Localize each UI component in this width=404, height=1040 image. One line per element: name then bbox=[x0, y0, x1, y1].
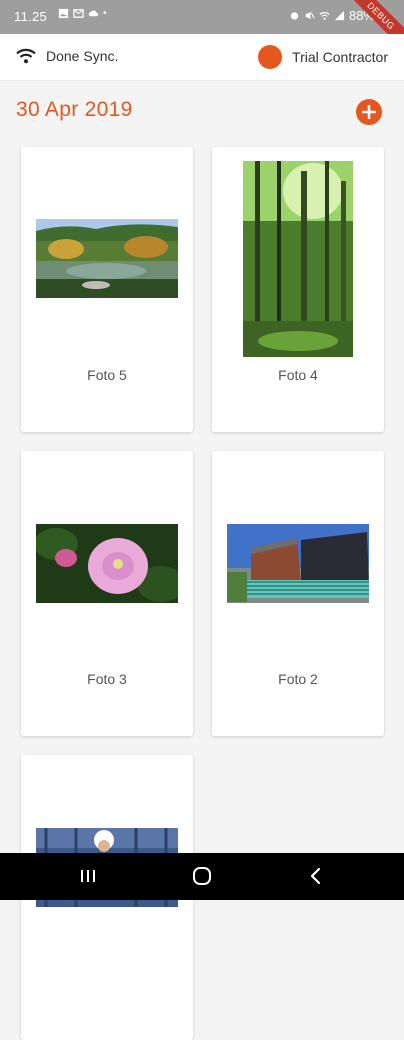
recent-apps-icon bbox=[81, 870, 95, 882]
photo-card[interactable]: Foto 4 bbox=[212, 147, 384, 432]
photo-thumbnail-hibiscus bbox=[36, 524, 178, 603]
back-icon bbox=[310, 867, 321, 885]
photo-caption: Foto 3 bbox=[87, 671, 127, 687]
photo-card[interactable]: Foto 2 bbox=[212, 451, 384, 736]
recent-apps-button[interactable] bbox=[78, 866, 98, 891]
photo-grid: Foto 5 Foto 4 Foto 3 Foto 2 bbox=[0, 0, 404, 1040]
home-icon bbox=[193, 867, 211, 885]
navigation-bar bbox=[0, 853, 404, 900]
photo-caption: Foto 5 bbox=[87, 367, 127, 383]
photo-thumbnail-bamboo bbox=[243, 161, 353, 357]
home-button[interactable] bbox=[191, 866, 213, 891]
photo-caption: Foto 4 bbox=[278, 367, 318, 383]
photo-thumbnail-garden bbox=[36, 219, 178, 298]
photo-card[interactable]: Foto 5 bbox=[21, 147, 193, 432]
photo-thumbnail-building bbox=[227, 524, 369, 603]
photo-caption: Foto 2 bbox=[278, 671, 318, 687]
photo-card[interactable]: Foto 3 bbox=[21, 451, 193, 736]
back-button[interactable] bbox=[306, 866, 326, 891]
